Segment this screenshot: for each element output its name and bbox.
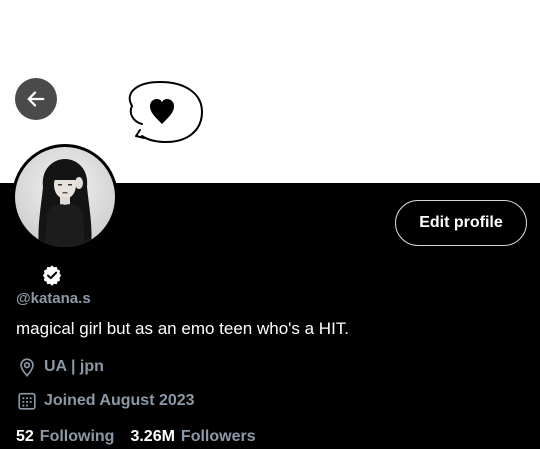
profile-page: Edit profile @katana.s magical girl but … (0, 0, 540, 449)
avatar[interactable] (12, 144, 118, 250)
verified-badge-icon (42, 265, 62, 286)
profile-photo (15, 147, 115, 247)
followers-count: 3.26M (130, 428, 175, 445)
follow-stats: 52 Following 3.26M Followers (16, 428, 272, 446)
location-text: UA | jpn (44, 358, 104, 375)
profile-handle: @katana.s (16, 290, 91, 307)
calendar-icon (18, 392, 36, 410)
back-button[interactable] (15, 78, 57, 120)
heart-speech-bubble-doodle (128, 80, 204, 144)
following-count: 52 (16, 428, 34, 445)
location-pin-icon (20, 358, 34, 377)
arrow-left-icon (27, 91, 45, 107)
profile-bio: magical girl but as an emo teen who's a … (16, 319, 350, 338)
following-link[interactable]: Following (40, 428, 115, 446)
profile-join-date: Joined August 2023 (16, 390, 195, 412)
profile-location: UA | jpn (16, 356, 104, 378)
followers-link[interactable]: Followers (181, 428, 256, 446)
join-date-text: Joined August 2023 (44, 392, 195, 409)
edit-profile-button[interactable]: Edit profile (395, 200, 527, 246)
